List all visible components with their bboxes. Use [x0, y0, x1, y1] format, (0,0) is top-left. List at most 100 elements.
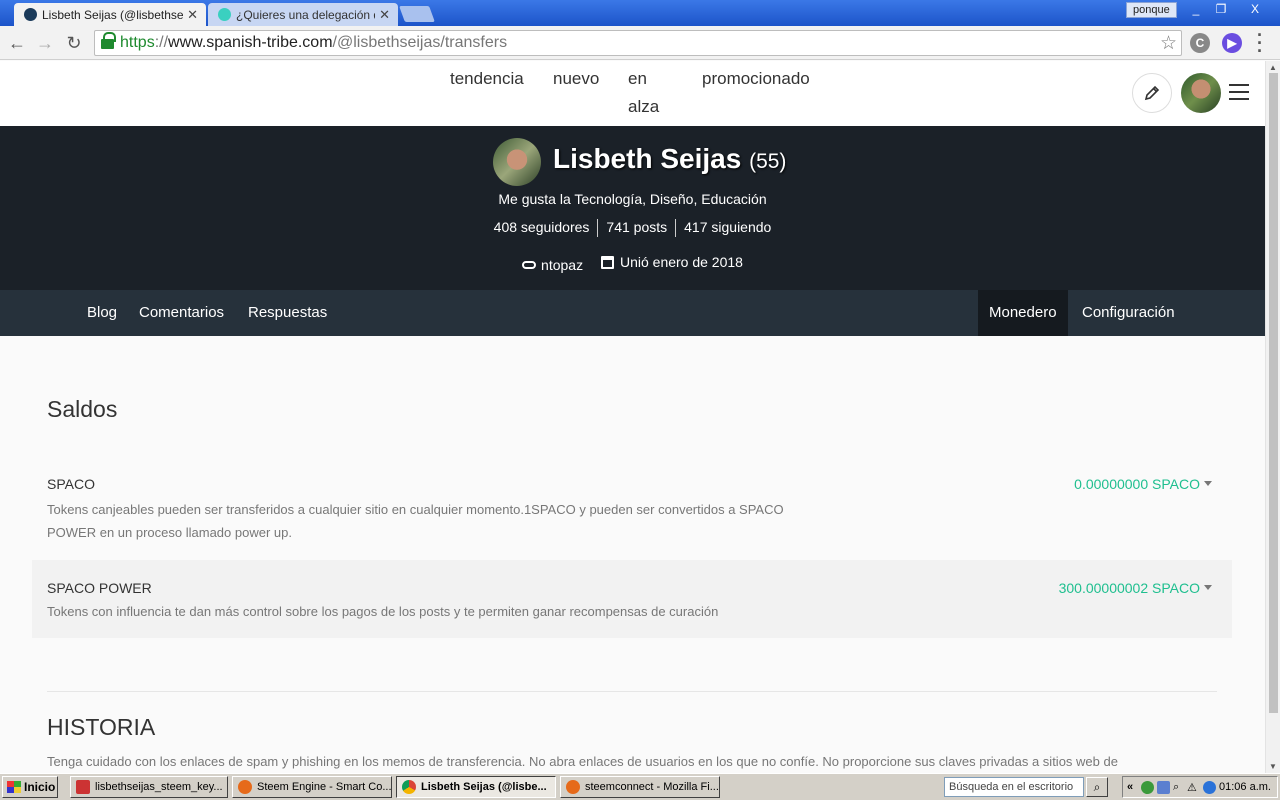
bookmark-star-icon[interactable]: ☆: [1160, 32, 1177, 55]
history-title: HISTORIA: [47, 714, 156, 740]
balance-name: SPACO POWER: [47, 580, 152, 596]
extension-c-icon[interactable]: C: [1190, 33, 1210, 53]
profile-avatar: [493, 138, 541, 186]
lock-icon: [101, 32, 116, 49]
browser-tab-active[interactable]: Lisbeth Seijas (@lisbethseijas ✕: [14, 3, 206, 26]
taskbar-item-pdf[interactable]: lisbethseijas_steem_key...: [70, 776, 228, 798]
nav-nuevo[interactable]: nuevo: [553, 65, 599, 93]
desktop-search-input[interactable]: Búsqueda en el escritorio: [944, 777, 1084, 797]
calendar-icon: [600, 255, 614, 269]
profile-meta: ntopaz Unió enero de 2018: [0, 254, 1265, 273]
tab-respuestas[interactable]: Respuestas: [248, 290, 327, 336]
task-label: Steem Engine - Smart Co...: [257, 781, 392, 793]
taskbar-item-chrome[interactable]: Lisbeth Seijas (@lisbe...: [396, 776, 556, 798]
history-warning: Tenga cuidado con los enlaces de spam y …: [47, 754, 1118, 769]
nav-en-alza-line1[interactable]: en: [628, 65, 647, 93]
balance-value-dropdown[interactable]: 300.00000002 SPACO: [1059, 580, 1212, 596]
followers-count[interactable]: 408 seguidores: [486, 219, 598, 235]
tab-title: ¿Quieres una delegación de S: [236, 7, 375, 22]
windows-flag-icon: [7, 781, 21, 793]
caret-down-icon: [1204, 481, 1212, 486]
chrome-icon: [402, 780, 416, 794]
browser-tab-2[interactable]: ¿Quieres una delegación de S ✕: [208, 3, 398, 26]
tab-title: Lisbeth Seijas (@lisbethseijas: [42, 7, 184, 22]
site-header: tendencia nuevo en alza promocionado: [0, 61, 1265, 126]
pencil-icon: [1144, 85, 1160, 101]
following-count[interactable]: 417 siguiendo: [676, 219, 779, 235]
profile-website[interactable]: ntopaz: [522, 257, 583, 273]
write-post-button[interactable]: [1132, 73, 1172, 113]
balance-value-dropdown[interactable]: 0.00000000 SPACO: [1074, 476, 1212, 492]
pdf-icon: [76, 780, 90, 794]
url-separator: ://: [154, 34, 169, 51]
profile-name: Lisbeth Seijas (55): [553, 143, 786, 175]
tab-comentarios[interactable]: Comentarios: [139, 290, 224, 336]
extension-play-icon[interactable]: ▶: [1222, 33, 1242, 53]
taskbar-item-firefox-1[interactable]: Steem Engine - Smart Co...: [232, 776, 392, 798]
warning-icon[interactable]: ⚠: [1187, 781, 1200, 794]
system-tray: « ⌕ ⚠ 01:06 a.m.: [1122, 776, 1278, 798]
minimize-icon[interactable]: _: [1184, 1, 1208, 18]
tab-blog[interactable]: Blog: [87, 290, 117, 336]
task-label: lisbethseijas_steem_key...: [95, 781, 223, 793]
restore-icon[interactable]: ❐: [1209, 1, 1233, 18]
browser-menu-icon[interactable]: · · ·: [1252, 26, 1268, 60]
back-icon[interactable]: ←: [6, 32, 28, 54]
start-button[interactable]: Inicio: [2, 776, 58, 798]
firefox-icon: [238, 780, 252, 794]
clock: 01:06 a.m.: [1219, 781, 1271, 793]
tray-expand-icon[interactable]: «: [1127, 781, 1140, 794]
website-text: ntopaz: [541, 256, 584, 273]
profile-subnav: Blog Comentarios Respuestas Monedero Con…: [0, 290, 1265, 336]
search-icon[interactable]: ⌕: [1086, 777, 1108, 797]
firefox-icon: [566, 780, 580, 794]
volume-icon[interactable]: [1157, 781, 1170, 794]
user-avatar[interactable]: [1181, 73, 1221, 113]
browser-user-button[interactable]: ponque: [1126, 2, 1177, 18]
scrollbar-thumb[interactable]: [1269, 73, 1278, 713]
joined-text: Unió enero de 2018: [619, 254, 743, 270]
close-window-icon[interactable]: X: [1240, 1, 1270, 18]
new-tab-button[interactable]: [399, 6, 435, 22]
forward-icon[interactable]: →: [34, 32, 56, 54]
caret-down-icon: [1204, 585, 1212, 590]
profile-name-text: Lisbeth Seijas: [553, 143, 742, 174]
url-host: www.spanish-tribe.com: [168, 34, 333, 51]
balance-row-spaco: SPACO Tokens canjeables pueden ser trans…: [32, 461, 1232, 546]
info-icon[interactable]: [1203, 781, 1216, 794]
nav-promocionado[interactable]: promocionado: [702, 65, 810, 93]
nav-en-alza-line2[interactable]: alza: [628, 93, 659, 121]
close-tab-icon[interactable]: ✕: [187, 7, 198, 23]
posts-count: 741 posts: [606, 219, 668, 235]
close-tab-icon[interactable]: ✕: [379, 7, 390, 23]
taskbar-item-firefox-2[interactable]: steemconnect - Mozilla Fi...: [560, 776, 720, 798]
balance-description-line2: POWER en un proceso llamado power up.: [47, 525, 292, 540]
hamburger-menu-icon[interactable]: [1229, 84, 1249, 102]
scroll-down-icon[interactable]: ▼: [1269, 762, 1277, 771]
balance-row-spaco-power: SPACO POWER Tokens con influencia te dan…: [32, 560, 1232, 638]
balances-title: Saldos: [47, 396, 118, 422]
balance-description-line1: Tokens canjeables pueden ser transferido…: [47, 502, 784, 517]
balance-name: SPACO: [47, 476, 95, 492]
address-bar[interactable]: https :// www.spanish-tribe.com /@lisbet…: [94, 30, 1182, 56]
profile-banner: Lisbeth Seijas (55) Me gusta la Tecnolog…: [0, 126, 1265, 290]
scroll-up-icon[interactable]: ▲: [1269, 63, 1277, 72]
link-icon: [522, 260, 537, 269]
search-tray-icon[interactable]: ⌕: [1173, 781, 1186, 794]
url-scheme: https: [120, 34, 155, 51]
windows-taskbar: Inicio lisbethseijas_steem_key... Steem …: [0, 773, 1280, 800]
profile-stats: 408 seguidores 741 posts 417 siguiendo: [0, 219, 1265, 238]
section-divider: [47, 691, 1217, 692]
page-scrollbar[interactable]: ▲ ▼: [1265, 61, 1280, 773]
browser-tabstrip: Lisbeth Seijas (@lisbethseijas ✕ ¿Quiere…: [0, 0, 1280, 26]
reload-icon[interactable]: ↻: [63, 32, 85, 54]
tab-monedero[interactable]: Monedero: [978, 290, 1068, 336]
browser-toolbar: ← → ↻ https :// www.spanish-tribe.com /@…: [0, 26, 1280, 60]
nav-tendencia[interactable]: tendencia: [450, 65, 524, 93]
tab-configuracion[interactable]: Configuración: [1082, 290, 1175, 336]
start-label: Inicio: [24, 780, 56, 794]
site-favicon-icon: [218, 8, 231, 21]
network-icon[interactable]: [1141, 781, 1154, 794]
balance-description-line1: Tokens con influencia te dan más control…: [47, 604, 719, 619]
profile-about: Me gusta la Tecnología, Diseño, Educació…: [498, 191, 767, 207]
